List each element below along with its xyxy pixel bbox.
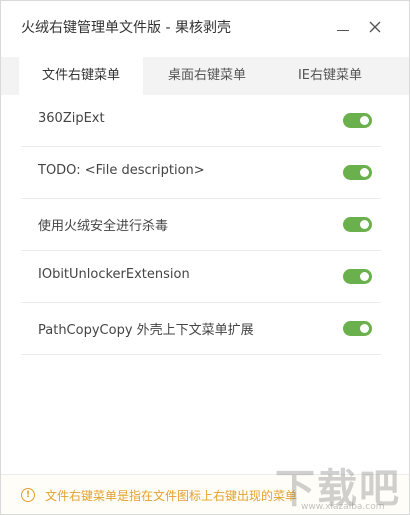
toggle-knob bbox=[360, 220, 369, 229]
list-item-label: 360ZipExt bbox=[38, 111, 105, 126]
toggle-switch[interactable] bbox=[343, 165, 372, 180]
list-item-label: IObitUnlockerExtension bbox=[38, 267, 190, 282]
menu-item-list: 360ZipExt TODO: <File description> 使用火绒安… bbox=[21, 95, 381, 355]
toggle-switch[interactable] bbox=[343, 321, 372, 336]
list-item-label: TODO: <File description> bbox=[38, 163, 205, 178]
toggle-switch[interactable] bbox=[343, 217, 372, 232]
toggle-knob bbox=[360, 116, 369, 125]
list-item: TODO: <File description> bbox=[21, 147, 381, 199]
toggle-knob bbox=[360, 168, 369, 177]
tab-desktop-menu[interactable]: 桌面右键菜单 bbox=[143, 57, 271, 95]
minimize-icon bbox=[337, 29, 349, 31]
list-item-label: PathCopyCopy 外壳上下文菜单扩展 bbox=[38, 323, 254, 338]
app-window: 火绒右键管理单文件版 - 果核剥壳 文件右键菜单 桌面右键菜单 IE右键菜单 3… bbox=[0, 0, 410, 515]
list-item: 使用火绒安全进行杀毒 bbox=[21, 199, 381, 251]
list-item: PathCopyCopy 外壳上下文菜单扩展 bbox=[21, 303, 381, 355]
window-title: 火绒右键管理单文件版 - 果核剥壳 bbox=[21, 20, 231, 36]
footer-tip: ! 文件右键菜单是指在文件图标上右键出现的菜单 bbox=[1, 474, 409, 514]
toggle-switch[interactable] bbox=[343, 269, 372, 284]
tab-bar: 文件右键菜单 桌面右键菜单 IE右键菜单 bbox=[1, 57, 409, 95]
list-item-label: 使用火绒安全进行杀毒 bbox=[38, 219, 169, 234]
list-item: 360ZipExt bbox=[21, 95, 381, 147]
close-icon bbox=[369, 21, 381, 33]
list-item: IObitUnlockerExtension bbox=[21, 251, 381, 303]
toggle-switch[interactable] bbox=[343, 113, 372, 128]
close-button[interactable] bbox=[363, 15, 387, 39]
toggle-knob bbox=[360, 272, 369, 281]
title-bar: 火绒右键管理单文件版 - 果核剥壳 bbox=[1, 1, 409, 53]
tip-text: 文件右键菜单是指在文件图标上右键出现的菜单 bbox=[45, 489, 298, 503]
toggle-knob bbox=[360, 324, 369, 333]
tab-file-menu[interactable]: 文件右键菜单 bbox=[19, 57, 143, 95]
tab-ie-menu[interactable]: IE右键菜单 bbox=[271, 57, 389, 95]
info-icon: ! bbox=[21, 488, 35, 502]
minimize-button[interactable] bbox=[331, 15, 355, 39]
